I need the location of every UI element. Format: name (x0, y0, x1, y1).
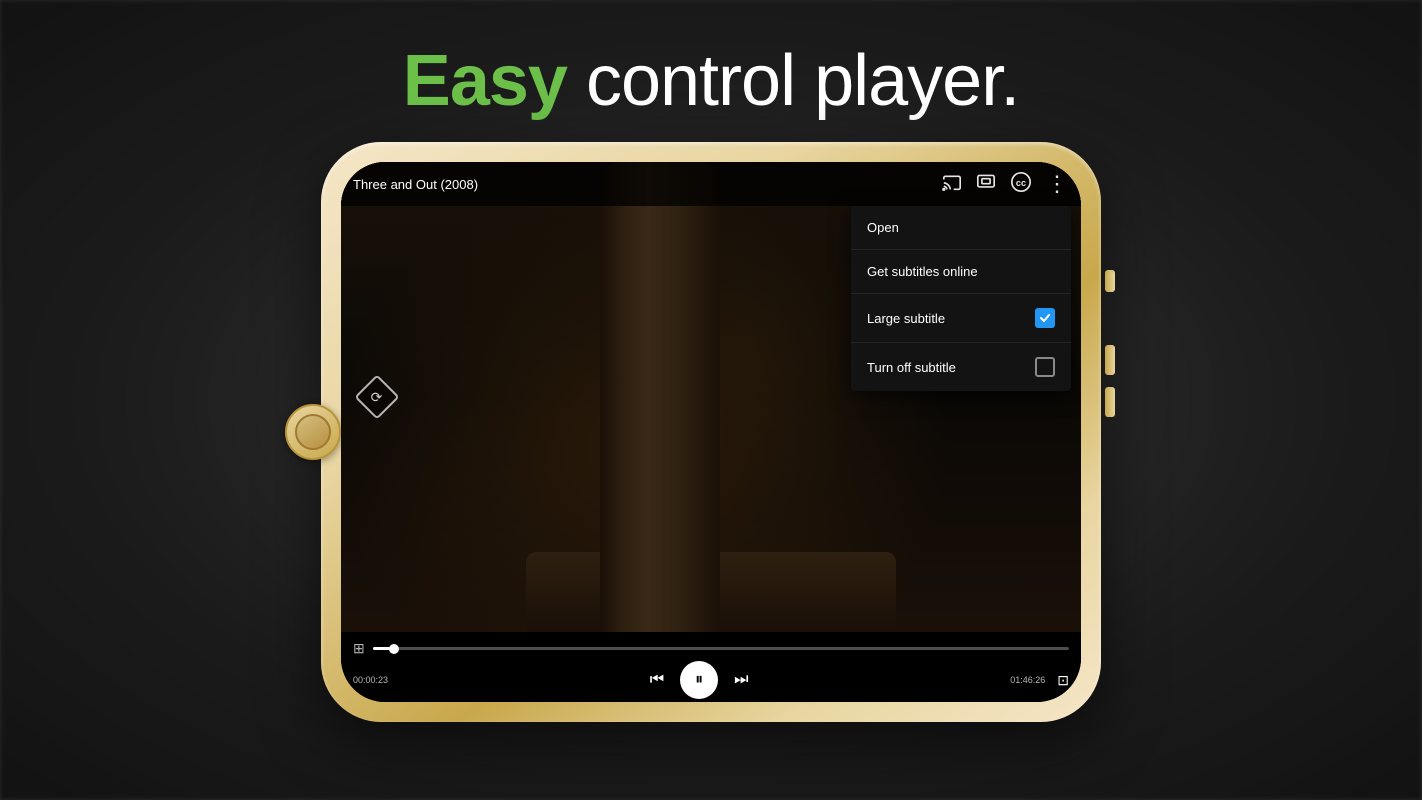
hero-rest: control player. (567, 41, 1019, 121)
menu-open-label: Open (867, 220, 899, 235)
screen-mirror-icon[interactable] (976, 173, 996, 196)
home-button[interactable] (285, 404, 341, 460)
menu-item-turn-off-subtitle[interactable]: Turn off subtitle (851, 343, 1071, 391)
topbar-icons: cc ⋮ (942, 171, 1069, 197)
hero-easy-word: Easy (403, 41, 567, 121)
center-controls: ⏮ ⏸ ⏭ (650, 661, 749, 699)
menu-item-subtitles-online[interactable]: Get subtitles online (851, 250, 1071, 294)
video-player: ⟳ Three and Out (2008) (341, 162, 1081, 702)
aspect-ratio-icon[interactable]: ⊡ (1057, 672, 1069, 689)
cast-icon[interactable] (942, 173, 962, 196)
player-topbar: Three and Out (2008) (341, 162, 1081, 206)
progress-bar[interactable] (373, 647, 1069, 650)
screen-size-icon[interactable]: ⊞ (353, 640, 365, 657)
svg-text:cc: cc (1016, 178, 1026, 188)
home-button-inner (295, 414, 331, 450)
progress-row: ⊞ (353, 640, 1069, 657)
turn-off-subtitle-checkbox[interactable] (1035, 357, 1055, 377)
context-menu: Open Get subtitles online Large subtitle (851, 206, 1071, 391)
menu-item-large-subtitle[interactable]: Large subtitle (851, 294, 1071, 343)
skip-forward-icon[interactable]: ⏭ (734, 671, 748, 689)
play-pause-button[interactable]: ⏸ (680, 661, 718, 699)
menu-subtitles-online-label: Get subtitles online (867, 264, 978, 279)
menu-turn-off-subtitle-label: Turn off subtitle (867, 360, 956, 375)
skip-back-icon[interactable]: ⏮ (650, 671, 664, 689)
phone-wrapper: ⟳ Three and Out (2008) (321, 142, 1101, 722)
player-title: Three and Out (2008) (353, 177, 942, 192)
side-button[interactable] (1105, 270, 1115, 292)
large-subtitle-checkbox-checked[interactable] (1035, 308, 1055, 328)
progress-dot (389, 644, 399, 654)
volume-up-button[interactable] (1105, 345, 1115, 375)
time-current: 00:00:23 (353, 675, 388, 685)
phone-screen: ⟳ Three and Out (2008) (341, 162, 1081, 702)
hero-title: Easy control player. (403, 40, 1019, 122)
player-controls: ⊞ 00:00:23 ⏮ (341, 632, 1081, 702)
phone-frame: ⟳ Three and Out (2008) (321, 142, 1101, 722)
time-total: 01:46:26 (1010, 675, 1045, 685)
page-content: Easy control player. (0, 0, 1422, 800)
closed-caption-icon[interactable]: cc (1010, 172, 1032, 197)
menu-large-subtitle-label: Large subtitle (867, 311, 945, 326)
stone-pillar (600, 162, 720, 632)
pause-icon: ⏸ (695, 671, 703, 689)
more-options-icon[interactable]: ⋮ (1046, 171, 1069, 197)
volume-down-button[interactable] (1105, 387, 1115, 417)
video-area[interactable]: ⟳ Three and Out (2008) (341, 162, 1081, 632)
volume-buttons (1105, 345, 1115, 417)
right-controls: 01:46:26 ⊡ (1010, 672, 1069, 689)
controls-row: 00:00:23 ⏮ ⏸ ⏭ (353, 661, 1069, 699)
menu-item-open[interactable]: Open (851, 206, 1071, 250)
